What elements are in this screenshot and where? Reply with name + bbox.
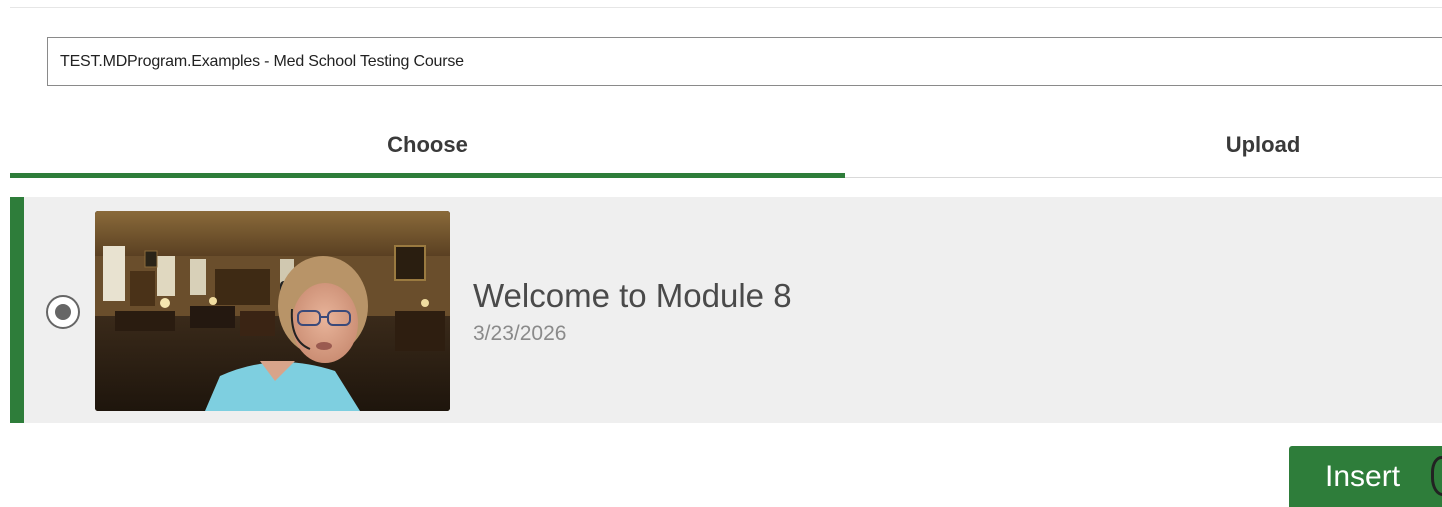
tab-upload-label: Upload	[1225, 132, 1301, 157]
select-radio-button[interactable]	[46, 295, 80, 329]
feedback-bubble-icon	[1431, 456, 1442, 496]
course-selector[interactable]: TEST.MDProgram.Examples - Med School Tes…	[47, 37, 1442, 86]
selected-row-indicator	[10, 197, 24, 423]
top-divider	[10, 7, 1442, 8]
insert-button[interactable]: Insert	[1289, 446, 1442, 507]
thumbnail-image	[95, 211, 450, 411]
insert-button-label: Insert	[1325, 459, 1401, 493]
tab-choose-label: Choose	[387, 132, 468, 157]
tab-bar: Choose Upload	[10, 112, 1442, 178]
media-title: Welcome to Module 8	[473, 277, 792, 314]
media-list-item[interactable]: Welcome to Module 8 3/23/2026	[10, 197, 1442, 423]
tab-choose[interactable]: Choose	[10, 112, 845, 178]
tab-upload[interactable]: Upload	[845, 112, 1442, 178]
media-date: 3/23/2026	[473, 322, 567, 345]
radio-selected-dot	[55, 304, 71, 320]
video-thumbnail[interactable]	[95, 211, 450, 411]
active-tab-indicator	[10, 173, 845, 178]
course-selector-value: TEST.MDProgram.Examples - Med School Tes…	[60, 52, 464, 70]
